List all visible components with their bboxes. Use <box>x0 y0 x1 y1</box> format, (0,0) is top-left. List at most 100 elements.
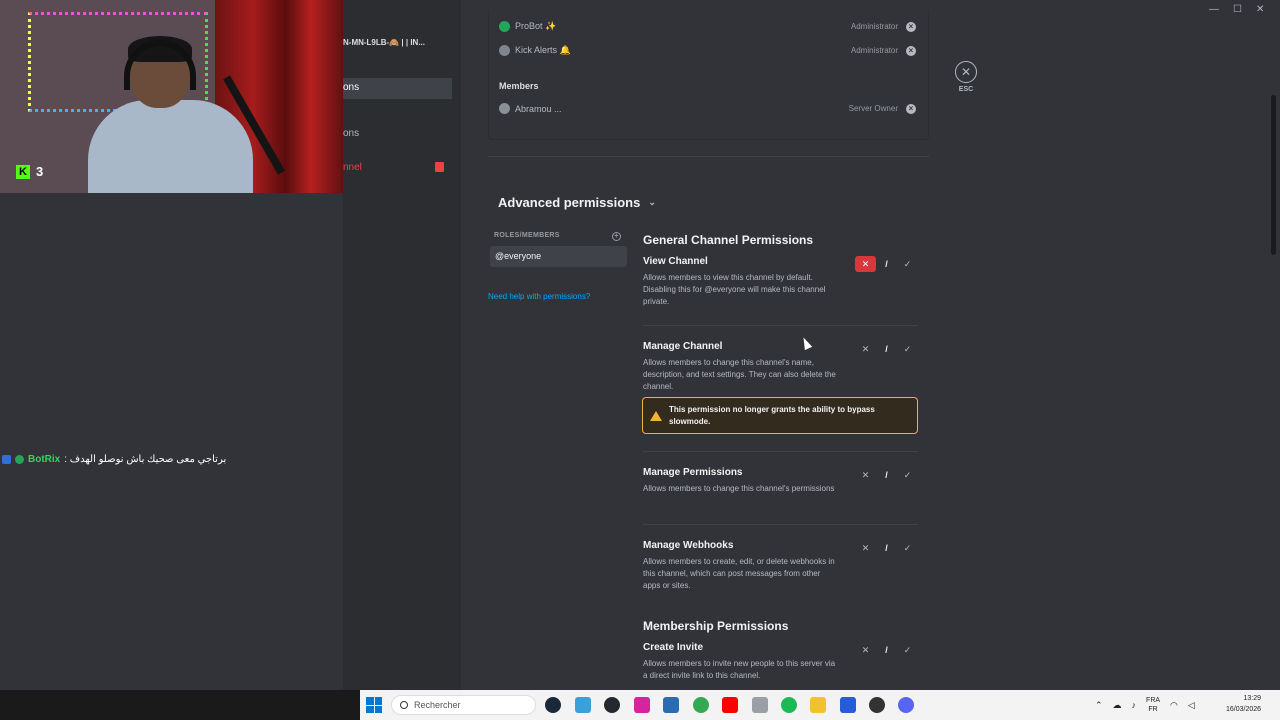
members-heading: Members <box>499 81 539 91</box>
allow-button[interactable]: ✓ <box>897 256 918 272</box>
app-icon[interactable] <box>575 697 591 713</box>
perm-manage-permissions: Manage Permissions Allows members to cha… <box>643 467 918 495</box>
close-icon[interactable]: ✕ <box>955 61 977 83</box>
language-indicator[interactable]: FRA FR <box>1146 696 1160 714</box>
section-title-membership: Membership Permissions <box>643 619 789 633</box>
search-icon <box>400 701 408 709</box>
bot-badge-icon <box>2 455 11 464</box>
youtube-icon[interactable] <box>722 697 738 713</box>
help-permissions-link[interactable]: Need help with permissions? <box>488 292 590 301</box>
chrome-icon[interactable] <box>693 697 709 713</box>
perm-manage-channel: Manage Channel Allows members to change … <box>643 341 918 393</box>
remove-icon[interactable]: × <box>906 45 916 56</box>
taskbar: Rechercher ⌃ ☁ ♪ FRA FR ◠ ◁ 13:29 16/03/… <box>0 690 1280 720</box>
microphone-icon[interactable]: ♪ <box>1132 700 1137 710</box>
taskbar-search[interactable]: Rechercher <box>391 695 536 715</box>
perm-desc: Allows members to view this channel by d… <box>643 273 826 306</box>
avatar <box>499 103 510 114</box>
steam-icon[interactable] <box>545 697 561 713</box>
taskbar-clock[interactable]: 13:29 16/03/2026 <box>1226 693 1261 715</box>
kick-icon: K <box>16 164 30 179</box>
role-name: ProBot ✨ <box>515 21 557 31</box>
trash-icon[interactable] <box>435 162 444 172</box>
channel-sidebar: N-MN-L9LB-🙈 | | IN... ons ons nnel <box>343 0 461 690</box>
sidebar-item[interactable]: ons <box>343 128 359 139</box>
sidebar-item-active[interactable]: ons <box>343 78 452 99</box>
window-controls: — ☐ ✕ <box>1209 4 1264 15</box>
neutral-button[interactable]: / <box>876 341 897 357</box>
volume-icon[interactable]: ◁ <box>1188 700 1195 711</box>
perm-toggle-group: ✕ / ✓ <box>855 642 918 658</box>
app-icon[interactable] <box>752 697 768 713</box>
perm-desc: Allows members to create, edit, or delet… <box>643 557 835 590</box>
scrollbar[interactable] <box>1271 95 1276 255</box>
stream-overlay: K 3 BotRix : برتاجي معى صحيك باش نوصلو ا… <box>0 0 343 690</box>
allow-button[interactable]: ✓ <box>897 341 918 357</box>
allow-button[interactable]: ✓ <box>897 642 918 658</box>
member-name: Abramou ... <box>515 103 562 114</box>
webcam-feed: K 3 <box>0 0 343 193</box>
neutral-button[interactable]: / <box>876 467 897 483</box>
maximize-icon[interactable]: ☐ <box>1233 4 1242 15</box>
perm-view-channel: View Channel Allows members to view this… <box>643 256 918 308</box>
server-name[interactable]: N-MN-L9LB-🙈 | | IN... <box>343 38 461 47</box>
add-role-icon[interactable]: + <box>612 232 621 241</box>
advanced-permissions-toggle[interactable]: Advanced permissions ⌄ <box>498 195 656 210</box>
follower-count: 3 <box>36 164 44 179</box>
obs-icon[interactable] <box>869 697 885 713</box>
divider <box>643 451 918 452</box>
remove-icon[interactable]: × <box>906 103 916 114</box>
role-icon <box>499 21 510 32</box>
chat-text: : برتاجي معى صحيك باش نوصلو الهدف <box>64 454 227 465</box>
close-window-icon[interactable]: ✕ <box>1256 4 1264 15</box>
esc-label: ESC <box>958 86 974 93</box>
minimize-icon[interactable]: — <box>1209 4 1219 15</box>
neutral-button[interactable]: / <box>876 540 897 556</box>
perm-manage-webhooks: Manage Webhooks Allows members to create… <box>643 540 918 592</box>
deny-button[interactable]: ✕ <box>855 467 876 483</box>
perm-toggle-group: ✕ / ✓ <box>855 341 918 357</box>
deny-button[interactable]: ✕ <box>855 256 876 272</box>
windows-start-icon[interactable] <box>366 697 382 713</box>
perm-create-invite: Create Invite Allows members to invite n… <box>643 642 918 682</box>
instagram-icon[interactable] <box>634 697 650 713</box>
deny-button[interactable]: ✕ <box>855 341 876 357</box>
role-item-everyone[interactable]: @everyone <box>490 246 627 267</box>
divider <box>488 156 929 157</box>
deny-button[interactable]: ✕ <box>855 642 876 658</box>
folder-icon[interactable] <box>810 697 826 713</box>
spotify-icon[interactable] <box>781 697 797 713</box>
remove-icon[interactable]: × <box>906 21 916 32</box>
role-tag: Administrator <box>850 22 898 31</box>
role-icon <box>499 45 510 56</box>
warning-icon <box>650 410 662 421</box>
neutral-button[interactable]: / <box>876 642 897 658</box>
chat-username: BotRix <box>28 454 61 465</box>
discord-icon[interactable] <box>898 697 914 713</box>
calculator-icon[interactable] <box>663 697 679 713</box>
sidebar-item-delete-channel[interactable]: nnel <box>343 162 362 173</box>
perm-toggle-group: ✕ / ✓ <box>855 256 918 272</box>
chevron-up-icon[interactable]: ⌃ <box>1095 700 1103 711</box>
warning-notice: This permission no longer grants the abi… <box>642 397 918 434</box>
verified-badge-icon <box>15 455 24 464</box>
system-tray: ⌃ ☁ ♪ FRA FR ◠ ◁ <box>1095 690 1195 720</box>
perm-desc: Allows members to change this channel's … <box>643 484 835 493</box>
perm-desc: Allows members to invite new people to t… <box>643 659 836 680</box>
allow-button[interactable]: ✓ <box>897 540 918 556</box>
divider <box>643 325 918 326</box>
allow-button[interactable]: ✓ <box>897 467 918 483</box>
close-settings-button[interactable]: ✕ ESC <box>955 61 977 93</box>
warning-text: This permission no longer grants the abi… <box>669 404 875 426</box>
role-tag: Administrator <box>850 46 898 55</box>
app-icon[interactable] <box>840 697 856 713</box>
clock-time: 13:29 <box>1243 695 1262 702</box>
github-icon[interactable] <box>604 697 620 713</box>
member-tag: Server Owner <box>848 104 898 113</box>
deny-button[interactable]: ✕ <box>855 540 876 556</box>
kick-follower-badge: K 3 <box>16 164 43 179</box>
wifi-icon[interactable]: ◠ <box>1170 700 1178 711</box>
perm-toggle-group: ✕ / ✓ <box>855 467 918 483</box>
cloud-icon[interactable]: ☁ <box>1113 700 1122 711</box>
neutral-button[interactable]: / <box>876 256 897 272</box>
